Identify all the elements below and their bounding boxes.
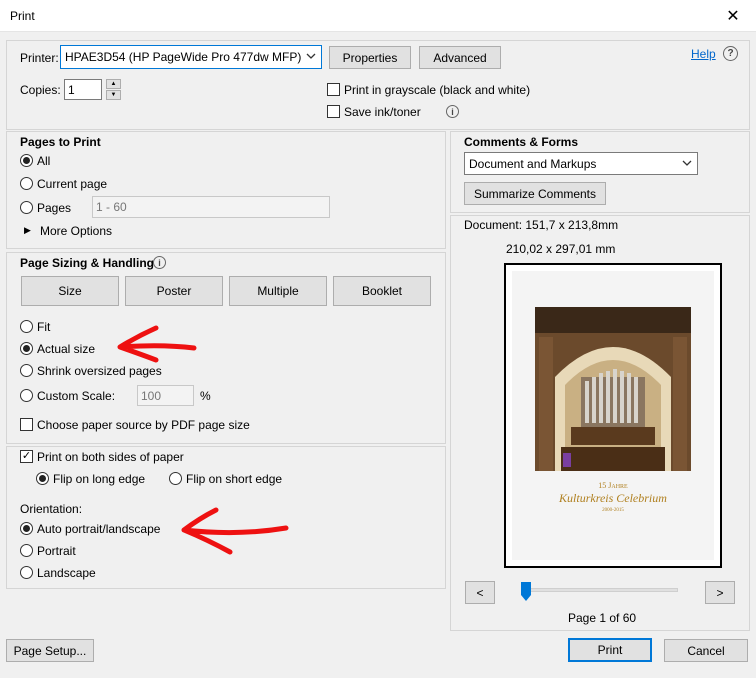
stepper-down-icon[interactable]: ▼: [106, 90, 121, 100]
expand-triangle-icon[interactable]: ▶: [24, 225, 31, 236]
tab-poster[interactable]: Poster: [125, 276, 223, 306]
radio-landscape-label: Landscape: [37, 566, 96, 580]
percent-label: %: [200, 389, 211, 403]
radio-portrait[interactable]: [20, 544, 33, 557]
save-ink-checkbox[interactable]: [327, 105, 340, 118]
radio-flip-short-edge[interactable]: [169, 472, 182, 485]
preview-page-years: 2000-2015: [602, 508, 624, 513]
window-title: Print: [10, 9, 35, 23]
radio-flip-long-edge-label: Flip on long edge: [53, 472, 146, 486]
page-indicator: Page 1 of 60: [568, 611, 637, 625]
stepper-up-icon[interactable]: ▲: [106, 79, 121, 89]
chevron-down-icon: [682, 160, 692, 166]
organ-photo: [535, 307, 691, 471]
grayscale-label: Print in grayscale (black and white): [344, 83, 531, 97]
help-icon[interactable]: ?: [723, 46, 738, 61]
preview-frame: 15 Jahre Kulturkreis Celebrium 2000-2015: [504, 263, 722, 568]
pages-to-print-heading: Pages to Print: [20, 135, 101, 149]
print-button[interactable]: Print: [568, 638, 652, 662]
printer-select[interactable]: HPAE3D54 (HP PageWide Pro 477dw MFP): [60, 45, 322, 69]
radio-landscape[interactable]: [20, 566, 33, 579]
next-page-button[interactable]: >: [705, 581, 735, 604]
radio-shrink[interactable]: [20, 364, 33, 377]
radio-fit[interactable]: [20, 320, 33, 333]
cancel-button[interactable]: Cancel: [664, 639, 748, 662]
radio-auto-orientation[interactable]: [20, 522, 33, 535]
grayscale-checkbox[interactable]: [327, 83, 340, 96]
annotation-arrow-icon: [117, 325, 197, 363]
radio-shrink-label: Shrink oversized pages: [37, 364, 162, 378]
page-slider-thumb[interactable]: [521, 582, 531, 601]
page-setup-button[interactable]: Page Setup...: [6, 639, 94, 662]
radio-flip-short-edge-label: Flip on short edge: [186, 472, 283, 486]
tab-size[interactable]: Size: [21, 276, 119, 306]
radio-portrait-label: Portrait: [37, 544, 76, 558]
radio-custom-scale[interactable]: [20, 389, 33, 402]
both-sides-checkbox[interactable]: ✓: [20, 450, 33, 463]
copies-input[interactable]: 1: [64, 79, 102, 100]
page-slider-track[interactable]: [521, 588, 678, 592]
close-icon[interactable]: ✕: [710, 0, 756, 32]
radio-all[interactable]: [20, 154, 33, 167]
radio-fit-label: Fit: [37, 320, 51, 334]
orientation-heading: Orientation:: [20, 502, 83, 516]
annotation-arrow-icon: [181, 507, 289, 555]
radio-current-page[interactable]: [20, 177, 33, 190]
printer-select-value: HPAE3D54 (HP PageWide Pro 477dw MFP): [65, 50, 302, 64]
preview-page: 15 Jahre Kulturkreis Celebrium 2000-2015: [512, 271, 714, 560]
more-options-link[interactable]: More Options: [40, 224, 112, 238]
help-link[interactable]: Help: [691, 47, 716, 61]
radio-current-page-label: Current page: [37, 177, 108, 191]
comments-select[interactable]: Document and Markups: [464, 152, 698, 175]
preview-page-heading: 15 Jahre: [598, 481, 628, 490]
document-size-label: Document: 151,7 x 213,8mm: [464, 218, 619, 232]
chevron-down-icon: [306, 53, 316, 59]
title-bar: Print ✕: [0, 0, 756, 32]
sizing-heading: Page Sizing & Handling: [20, 256, 155, 270]
radio-custom-scale-label: Custom Scale:: [37, 389, 116, 403]
paper-source-checkbox[interactable]: [20, 418, 33, 431]
copies-stepper[interactable]: ▲ ▼: [106, 79, 121, 100]
radio-all-label: All: [37, 154, 51, 168]
tab-multiple[interactable]: Multiple: [229, 276, 327, 306]
paper-source-label: Choose paper source by PDF page size: [37, 418, 250, 432]
preview-page-title: Kulturkreis Celebrium: [559, 491, 667, 505]
copies-label: Copies:: [20, 83, 61, 97]
advanced-button[interactable]: Advanced: [419, 46, 501, 69]
summarize-comments-button[interactable]: Summarize Comments: [464, 182, 606, 205]
comments-forms-heading: Comments & Forms: [464, 135, 579, 149]
custom-scale-input[interactable]: 100: [137, 385, 194, 406]
radio-actual-size-label: Actual size: [37, 342, 96, 356]
tab-booklet[interactable]: Booklet: [333, 276, 431, 306]
prev-page-button[interactable]: <: [465, 581, 495, 604]
radio-flip-long-edge[interactable]: [36, 472, 49, 485]
radio-pages-label: Pages: [37, 201, 72, 215]
radio-auto-orientation-label: Auto portrait/landscape: [37, 522, 161, 536]
both-sides-label: Print on both sides of paper: [37, 450, 184, 464]
comments-select-value: Document and Markups: [469, 156, 597, 171]
radio-actual-size[interactable]: [20, 342, 33, 355]
pages-range-input[interactable]: 1 - 60: [92, 196, 330, 218]
save-ink-label: Save ink/toner: [344, 105, 421, 119]
info-icon[interactable]: i: [446, 105, 459, 118]
paper-size-label: 210,02 x 297,01 mm: [506, 242, 616, 256]
radio-pages[interactable]: [20, 201, 33, 214]
printer-label: Printer:: [20, 51, 59, 65]
info-icon[interactable]: i: [153, 256, 166, 269]
properties-button[interactable]: Properties: [329, 46, 411, 69]
